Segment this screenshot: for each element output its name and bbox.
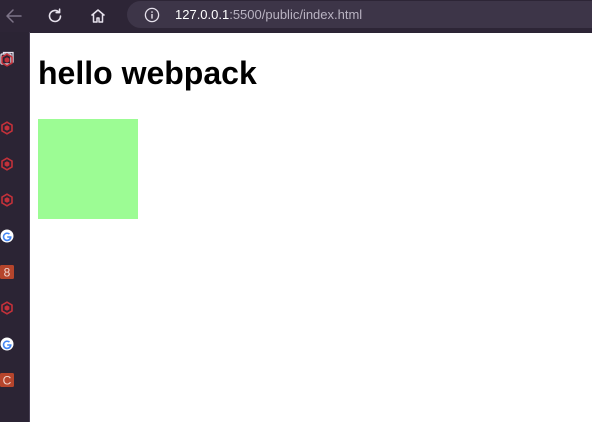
page-content: hello webpack [30,33,592,422]
back-arrow-icon [6,9,22,23]
sidebar-tab-item[interactable] [0,300,14,316]
favicon-letter: C [3,374,12,388]
sidebar-tab-item[interactable] [0,336,14,352]
bookmark-icon [1,193,13,207]
bookmark-icon [1,157,13,171]
reload-button[interactable] [40,0,70,32]
home-icon [91,9,105,23]
url-text: 127.0.0.1:5500/public/index.html [175,1,362,28]
address-bar[interactable]: 127.0.0.1:5500/public/index.html [127,1,592,28]
google-icon [0,337,14,351]
page-heading: hello webpack [38,55,257,91]
bookmark-icon [1,121,13,135]
browser-toolbar: 127.0.0.1:5500/public/index.html [0,0,592,32]
url-path: :5500/public/index.html [229,7,363,22]
bookmark-8-icon: 8 [0,265,14,279]
sidebar-tab-item[interactable] [0,192,14,208]
vertical-tab-sidebar: 8C [0,32,30,422]
google-icon [0,229,14,243]
bookmark-icon [1,301,13,315]
green-box [38,119,138,219]
sidebar-tab-item[interactable] [0,120,14,136]
favicon-letter: 8 [4,266,11,280]
site-info-icon[interactable] [144,7,160,23]
back-button[interactable] [0,0,28,32]
sidebar-tab-item[interactable] [0,156,14,172]
sidebar-tab-item[interactable] [0,52,14,68]
url-host: 127.0.0.1 [175,7,230,22]
reload-icon [48,8,62,23]
sidebar-tab-item[interactable]: 8 [0,264,14,280]
home-button[interactable] [83,0,113,32]
sidebar-tab-item[interactable]: C [0,372,14,388]
bookmark-icon [1,53,13,67]
bookmark-c-icon: C [0,373,14,387]
sidebar-tab-item[interactable] [0,228,14,244]
